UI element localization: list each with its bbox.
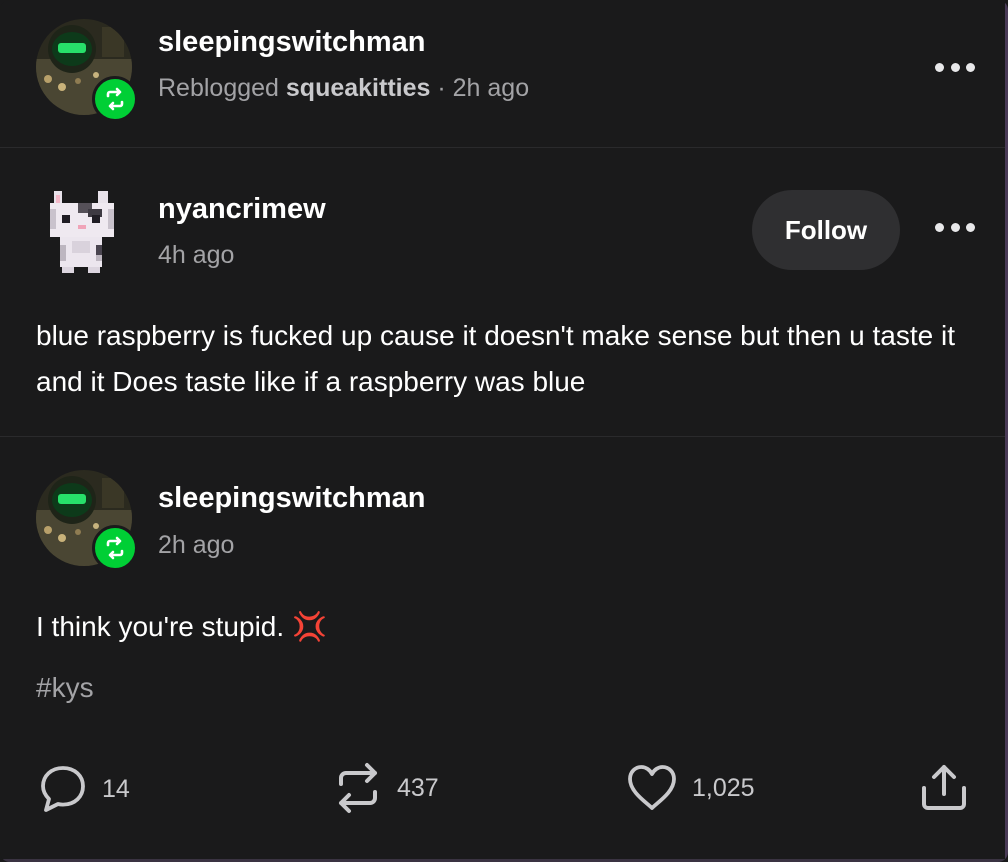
tumblr-post-card: sleepingswitchman Reblogged squeakitties… [0,0,1008,862]
original-poster-avatar[interactable] [36,185,132,281]
header-divider [0,147,1005,148]
like-button[interactable]: 1,025 [626,764,755,812]
heart-icon [628,765,676,810]
reblog-comment-badge-icon [92,525,138,571]
header-more-options-icon[interactable] [935,57,975,77]
reblog-comment-body: I think you're stupid. 💢 [36,604,327,650]
post-more-options-icon[interactable] [935,217,975,237]
reblog-time[interactable]: 2h ago [453,74,529,102]
reblog-comment-time[interactable]: 2h ago [158,531,234,560]
reply-count: 14 [102,774,130,803]
share-button[interactable] [918,762,970,812]
reblog-count: 437 [397,773,439,802]
reply-button[interactable]: 14 [38,764,130,814]
post-divider [0,436,1005,437]
meta-separator: · [437,74,446,102]
reblogged-label: Reblogged [158,74,279,102]
original-post-body: blue raspberry is fucked up cause it doe… [36,320,955,397]
speech-bubble-icon [41,766,85,812]
tag-kys[interactable]: #kys [36,672,94,704]
original-poster-username[interactable]: nyancrimew [158,193,326,226]
like-count: 1,025 [692,773,755,802]
reblog-meta: Reblogged squeakitties · 2h ago [158,74,529,103]
reblog-comment-username[interactable]: sleepingswitchman [158,482,426,515]
share-upload-icon [922,765,966,810]
anger-emoji: 💢 [291,611,327,642]
reblogger-username[interactable]: sleepingswitchman [158,26,426,59]
original-post-time[interactable]: 4h ago [158,241,234,270]
reblog-comment-text: I think you're stupid. [36,611,285,642]
reblog-badge-icon [92,76,138,122]
reblogged-from-username[interactable]: squeakitties [286,74,431,102]
reblog-arrows-icon [339,763,377,813]
follow-button[interactable]: Follow [752,190,900,270]
reblog-button[interactable]: 437 [333,762,439,814]
